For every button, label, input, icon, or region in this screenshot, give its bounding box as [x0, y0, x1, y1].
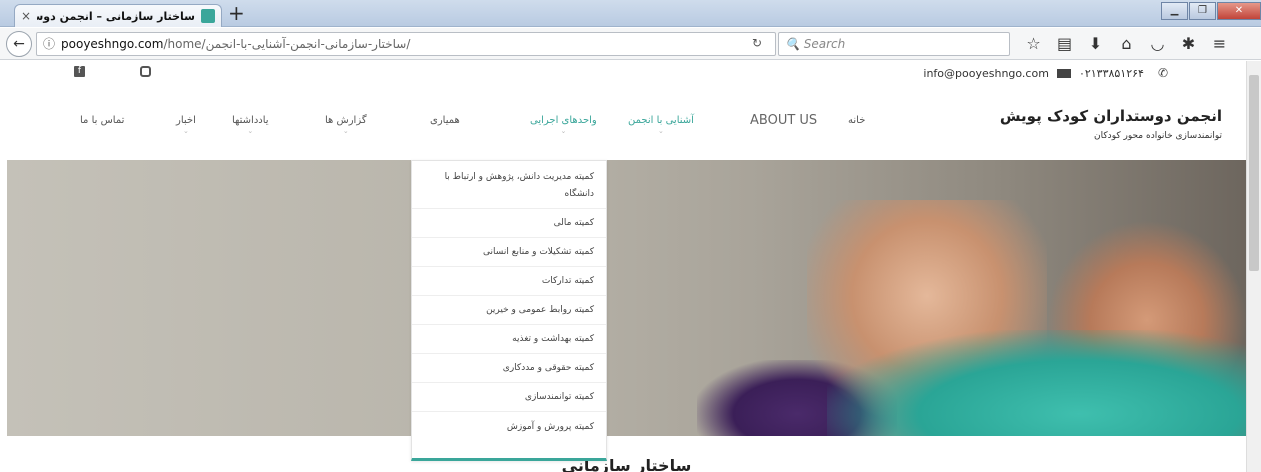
- menu-item-executive-units[interactable]: واحدهای اجرایی ⌄: [530, 115, 597, 136]
- dropdown-item-label: کمیته مدیریت دانش، پژوهش و ارتباط با دان…: [444, 171, 594, 199]
- menu-item-label: آشنایی با انجمن: [628, 115, 694, 126]
- phone-icon: ✆: [1157, 66, 1168, 80]
- dropdown-item[interactable]: کمیته حقوقی و مددکاری: [412, 354, 606, 383]
- browser-titlebar: ساختار سازمانی – انجمن دوستدا × + ▁ ❐ ✕: [0, 0, 1261, 27]
- menu-item-news[interactable]: اخبار ⌄: [176, 115, 196, 136]
- menu-item-home[interactable]: خانه: [848, 115, 865, 126]
- search-placeholder: Search: [803, 37, 846, 51]
- toolbar-icons: ☆ ▤ ⬇ ⌂ ◡ ✱ ≡: [1018, 34, 1235, 54]
- chevron-down-icon: ⌄: [247, 127, 254, 135]
- top-info-bar: f info@pooyeshngo.com ۰۲۱۳۳۸۵۱۲۶۴ ✆: [0, 61, 1246, 87]
- site-subtitle: توانمندسازی خانواده محور کودکان: [1094, 131, 1222, 141]
- page-title: ساختار سازمانی: [561, 456, 692, 472]
- menu-item-reports[interactable]: گزارش ها ⌄: [325, 115, 367, 136]
- hero-decor: [827, 330, 1246, 436]
- dropdown-item[interactable]: کمیته مالی: [412, 209, 606, 238]
- dropdown-item[interactable]: کمیته تدارکات: [412, 267, 606, 296]
- dropdown-item[interactable]: کمیته روابط عمومی و خیرین: [412, 296, 606, 325]
- home-icon[interactable]: ⌂: [1111, 34, 1142, 54]
- menu-item-contact[interactable]: تماس با ما: [80, 115, 124, 126]
- chevron-down-icon: ⌄: [182, 127, 189, 135]
- phone-text: ۰۲۱۳۳۸۵۱۲۶۴: [1078, 66, 1144, 80]
- menu-item-label: یادداشتها: [232, 115, 269, 126]
- page-scrollbar[interactable]: [1246, 61, 1261, 472]
- site-favicon: [201, 9, 215, 23]
- chevron-down-icon: ⌄: [342, 127, 349, 135]
- menu-item-label: تماس با ما: [80, 115, 125, 126]
- chevron-down-icon: ⌄: [658, 127, 664, 135]
- menu-item-about-association[interactable]: آشنایی با انجمن ⌄: [628, 115, 694, 136]
- contact-info: info@pooyeshngo.com ۰۲۱۳۳۸۵۱۲۶۴ ✆: [923, 66, 1168, 80]
- menu-item-label: همیاری: [430, 115, 460, 126]
- star-icon[interactable]: ☆: [1018, 34, 1049, 54]
- browser-navbar: ← ⓘ pooyeshngo.com/home/ساختار-سازمانی-ان…: [0, 28, 1261, 60]
- menu-icon[interactable]: ≡: [1204, 34, 1235, 54]
- site-info-icon[interactable]: ⓘ: [43, 37, 55, 51]
- url-path: /home/ساختار-سازمانی-انجمن-آشنایی-با-انج…: [163, 37, 411, 51]
- facebook-icon[interactable]: f: [74, 66, 85, 77]
- dropdown-item-label: کمیته تدارکات: [541, 276, 594, 286]
- menu-item-label: اخبار: [176, 115, 196, 126]
- dropdown-item[interactable]: کمیته پرورش و آموزش: [412, 412, 606, 441]
- content-area: ساختار سازمانی: [7, 436, 1246, 472]
- menu-item-about-us[interactable]: ABOUT US: [750, 113, 817, 128]
- envelope-icon: [1056, 68, 1071, 78]
- pocket-icon[interactable]: ◡: [1142, 34, 1173, 54]
- new-tab-button[interactable]: +: [228, 3, 245, 23]
- chevron-down-icon: ⌄: [560, 127, 567, 135]
- menu-item-notes[interactable]: یادداشتها ⌄: [232, 115, 269, 136]
- scrollbar-thumb[interactable]: [1249, 75, 1259, 271]
- minimize-button[interactable]: ▁: [1161, 2, 1188, 20]
- window-controls: ▁ ❐ ✕: [1160, 2, 1261, 20]
- dropdown-item-label: کمیته مالی: [553, 218, 594, 228]
- instagram-icon[interactable]: [140, 66, 151, 77]
- address-bar[interactable]: ⓘ pooyeshngo.com/home/ساختار-سازمانی-انجم…: [36, 32, 776, 56]
- browser-tab[interactable]: ساختار سازمانی – انجمن دوستدا ×: [14, 4, 222, 27]
- hero-image: [7, 160, 1246, 436]
- menu-item-cooperation[interactable]: همیاری: [430, 115, 460, 126]
- dropdown-item[interactable]: کمیته تشکیلات و منابع انسانی: [412, 238, 606, 267]
- extension-icon[interactable]: ✱: [1173, 34, 1204, 54]
- tab-title: ساختار سازمانی – انجمن دوستدا: [37, 9, 195, 23]
- email-text[interactable]: info@pooyeshngo.com: [923, 67, 1049, 80]
- url-host: pooyeshngo.com: [61, 37, 164, 51]
- download-icon[interactable]: ⬇: [1080, 34, 1111, 54]
- dropdown-item[interactable]: کمیته توانمندسازی: [412, 383, 606, 412]
- window-close-button[interactable]: ✕: [1217, 2, 1261, 20]
- menu-item-label: واحدهای اجرایی: [530, 115, 597, 126]
- menu-item-label: گزارش ها: [325, 115, 367, 126]
- maximize-button[interactable]: ❐: [1189, 2, 1216, 20]
- tab-close-icon[interactable]: ×: [21, 9, 31, 23]
- dropdown-item-label: کمیته توانمندسازی: [524, 392, 594, 402]
- dropdown-item-label: کمیته بهداشت و تغذیه: [512, 334, 594, 344]
- dropdown-item-label: کمیته پرورش و آموزش: [506, 421, 594, 432]
- search-input[interactable]: 🔍 Search: [778, 32, 1010, 56]
- dropdown-item-label: کمیته حقوقی و مددکاری: [502, 363, 594, 373]
- site-title: انجمن دوستداران کودک پویش: [999, 107, 1222, 125]
- executive-units-dropdown: کمیته مدیریت دانش، پژوهش و ارتباط با دان…: [411, 160, 607, 461]
- library-icon[interactable]: ▤: [1049, 34, 1080, 54]
- back-button[interactable]: ←: [6, 31, 32, 57]
- reload-icon[interactable]: ↻: [752, 36, 762, 50]
- dropdown-item[interactable]: کمیته بهداشت و تغذیه: [412, 325, 606, 354]
- main-menu: خانه ABOUT US آشنایی با انجمن ⌄ واحدهای ا…: [60, 113, 910, 139]
- menu-item-label: خانه: [848, 115, 866, 126]
- dropdown-item-label: کمیته تشکیلات و منابع انسانی: [483, 247, 594, 257]
- webpage: f info@pooyeshngo.com ۰۲۱۳۳۸۵۱۲۶۴ ✆ انجم…: [0, 61, 1246, 472]
- dropdown-item[interactable]: کمیته مدیریت دانش، پژوهش و ارتباط با دان…: [412, 161, 606, 209]
- site-brand[interactable]: انجمن دوستداران کودک پویش توانمندسازی خا…: [1000, 107, 1222, 141]
- menu-item-label: ABOUT US: [750, 113, 818, 128]
- dropdown-item-label: کمیته روابط عمومی و خیرین: [486, 305, 594, 315]
- site-header: انجمن دوستداران کودک پویش توانمندسازی خا…: [0, 87, 1246, 160]
